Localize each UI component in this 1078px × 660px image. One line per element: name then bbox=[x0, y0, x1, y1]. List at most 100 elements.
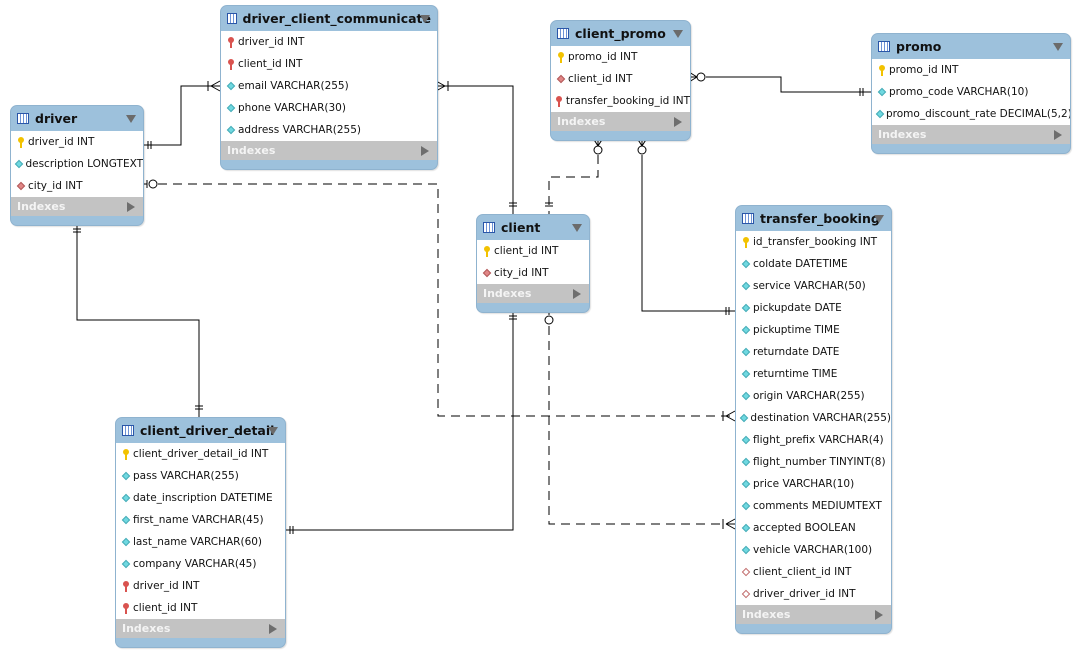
column-row[interactable]: client_id INT bbox=[477, 240, 589, 262]
collapse-triangle-icon[interactable] bbox=[1053, 43, 1063, 51]
table-client-promo[interactable]: client_promo promo_id INT client_id INT … bbox=[550, 20, 691, 141]
collapse-triangle-icon[interactable] bbox=[572, 224, 582, 232]
collapse-triangle-icon[interactable] bbox=[126, 115, 136, 123]
column-row[interactable]: description LONGTEXT bbox=[11, 153, 143, 175]
rel-client-cdd[interactable] bbox=[284, 310, 517, 534]
expand-arrow-icon[interactable] bbox=[421, 146, 429, 156]
column-row[interactable]: address VARCHAR(255) bbox=[221, 119, 437, 141]
table-promo[interactable]: promo promo_id INT promo_code VARCHAR(10… bbox=[871, 33, 1071, 154]
table-header[interactable]: transfer_booking bbox=[736, 206, 891, 231]
expand-arrow-icon[interactable] bbox=[127, 202, 135, 212]
column-text: date_inscription DATETIME bbox=[133, 492, 273, 504]
column-text: driver_id INT bbox=[238, 36, 305, 48]
rel-driver-transfer-booking[interactable] bbox=[142, 179, 736, 422]
expand-arrow-icon[interactable] bbox=[269, 624, 277, 634]
column-text: phone VARCHAR(30) bbox=[238, 102, 346, 114]
column-text: accepted BOOLEAN bbox=[753, 522, 856, 534]
rel-driver-cdd[interactable] bbox=[73, 223, 203, 417]
column-diamond-icon bbox=[739, 412, 749, 424]
column-row[interactable]: driver_id INT bbox=[221, 31, 437, 53]
rel-driver-dcc[interactable] bbox=[142, 80, 221, 149]
column-row[interactable]: driver_id INT bbox=[11, 131, 143, 153]
table-icon bbox=[227, 13, 237, 24]
column-row[interactable]: promo_discount_rate DECIMAL(5,2) bbox=[872, 103, 1070, 125]
column-row[interactable]: pass VARCHAR(255) bbox=[116, 465, 285, 487]
column-row[interactable]: last_name VARCHAR(60) bbox=[116, 531, 285, 553]
indexes-label: Indexes bbox=[557, 115, 606, 128]
column-text: description LONGTEXT bbox=[25, 158, 143, 170]
rel-client-transfer-booking[interactable] bbox=[544, 310, 736, 530]
column-row[interactable]: price VARCHAR(10) bbox=[736, 473, 891, 495]
column-row[interactable]: city_id INT bbox=[11, 175, 143, 197]
column-text: destination VARCHAR(255) bbox=[750, 412, 891, 424]
column-text: price VARCHAR(10) bbox=[753, 478, 855, 490]
indexes-section[interactable]: Indexes bbox=[477, 284, 589, 303]
rel-client-promo-transfer-booking[interactable] bbox=[636, 137, 735, 315]
column-row[interactable]: client_client_id INT bbox=[736, 561, 891, 583]
column-row[interactable]: pickuptime TIME bbox=[736, 319, 891, 341]
column-row[interactable]: flight_number TINYINT(8) bbox=[736, 451, 891, 473]
column-row[interactable]: returndate DATE bbox=[736, 341, 891, 363]
expand-arrow-icon[interactable] bbox=[573, 289, 581, 299]
column-row[interactable]: coldate DATETIME bbox=[736, 253, 891, 275]
column-row[interactable]: origin VARCHAR(255) bbox=[736, 385, 891, 407]
table-header[interactable]: client_promo bbox=[551, 21, 690, 46]
column-row[interactable]: pickupdate DATE bbox=[736, 297, 891, 319]
column-row[interactable]: company VARCHAR(45) bbox=[116, 553, 285, 575]
indexes-section[interactable]: Indexes bbox=[872, 125, 1070, 144]
column-row[interactable]: comments MEDIUMTEXT bbox=[736, 495, 891, 517]
rel-client-promo-client[interactable] bbox=[545, 137, 604, 214]
rel-client-promo-promo[interactable] bbox=[688, 71, 871, 96]
table-header[interactable]: driver_client_communicate bbox=[221, 6, 437, 31]
column-row[interactable]: phone VARCHAR(30) bbox=[221, 97, 437, 119]
expand-arrow-icon[interactable] bbox=[875, 610, 883, 620]
collapse-triangle-icon[interactable] bbox=[673, 30, 683, 38]
collapse-triangle-icon[interactable] bbox=[874, 215, 884, 223]
expand-arrow-icon[interactable] bbox=[1054, 130, 1062, 140]
column-row[interactable]: driver_driver_id INT bbox=[736, 583, 891, 605]
expand-arrow-icon[interactable] bbox=[674, 117, 682, 127]
column-row[interactable]: service VARCHAR(50) bbox=[736, 275, 891, 297]
table-client-driver-detail[interactable]: client_driver_detail client_driver_detai… bbox=[115, 417, 286, 648]
indexes-label: Indexes bbox=[17, 200, 66, 213]
column-row[interactable]: returntime TIME bbox=[736, 363, 891, 385]
table-driver[interactable]: driver driver_id INT description LONGTEX… bbox=[10, 105, 144, 226]
column-row[interactable]: vehicle VARCHAR(100) bbox=[736, 539, 891, 561]
column-row[interactable]: flight_prefix VARCHAR(4) bbox=[736, 429, 891, 451]
table-client[interactable]: client client_id INT city_id INT Indexes bbox=[476, 214, 590, 313]
column-row[interactable]: client_id INT bbox=[116, 597, 285, 619]
column-row[interactable]: destination VARCHAR(255) bbox=[736, 407, 891, 429]
collapse-triangle-icon[interactable] bbox=[268, 427, 278, 435]
indexes-section[interactable]: Indexes bbox=[11, 197, 143, 216]
column-row[interactable]: transfer_booking_id INT bbox=[551, 90, 690, 112]
indexes-section[interactable]: Indexes bbox=[116, 619, 285, 638]
column-diamond-icon bbox=[121, 558, 130, 570]
indexes-section[interactable]: Indexes bbox=[736, 605, 891, 624]
column-row[interactable]: email VARCHAR(255) bbox=[221, 75, 437, 97]
column-row[interactable]: driver_id INT bbox=[116, 575, 285, 597]
column-row[interactable]: city_id INT bbox=[477, 262, 589, 284]
table-header[interactable]: promo bbox=[872, 34, 1070, 59]
indexes-section[interactable]: Indexes bbox=[551, 112, 690, 131]
column-row[interactable]: promo_id INT bbox=[551, 46, 690, 68]
table-header[interactable]: client bbox=[477, 215, 589, 240]
column-row[interactable]: id_transfer_booking INT bbox=[736, 231, 891, 253]
table-header[interactable]: client_driver_detail bbox=[116, 418, 285, 443]
table-driver-client-communicate[interactable]: driver_client_communicate driver_id INT … bbox=[220, 5, 438, 170]
column-row[interactable]: accepted BOOLEAN bbox=[736, 517, 891, 539]
indexes-section[interactable]: Indexes bbox=[221, 141, 437, 160]
table-header[interactable]: driver bbox=[11, 106, 143, 131]
column-text: city_id INT bbox=[494, 267, 549, 279]
column-row[interactable]: promo_id INT bbox=[872, 59, 1070, 81]
column-row[interactable]: client_id INT bbox=[221, 53, 437, 75]
column-row[interactable]: client_driver_detail_id INT bbox=[116, 443, 285, 465]
column-row[interactable]: date_inscription DATETIME bbox=[116, 487, 285, 509]
collapse-triangle-icon[interactable] bbox=[420, 15, 430, 23]
fk-key-icon bbox=[121, 580, 130, 592]
column-row[interactable]: client_id INT bbox=[551, 68, 690, 90]
column-row[interactable]: promo_code VARCHAR(10) bbox=[872, 81, 1070, 103]
table-transfer-booking[interactable]: transfer_booking id_transfer_booking INT… bbox=[735, 205, 892, 634]
column-text: promo_code VARCHAR(10) bbox=[889, 86, 1029, 98]
column-row[interactable]: first_name VARCHAR(45) bbox=[116, 509, 285, 531]
rel-dcc-client[interactable] bbox=[435, 80, 517, 214]
